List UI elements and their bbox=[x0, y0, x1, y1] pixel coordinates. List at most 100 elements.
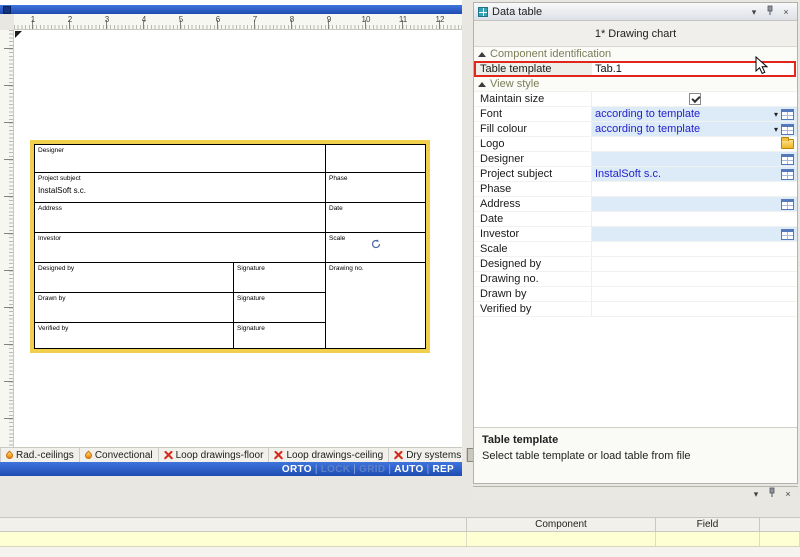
property-value-verified-by[interactable] bbox=[592, 302, 797, 316]
tab-loop-drawings-ceiling[interactable]: Loop drawings-ceiling bbox=[269, 448, 389, 462]
data-table-icon bbox=[478, 7, 488, 17]
chart-label: Investor bbox=[38, 235, 322, 243]
chart-cell-phase: Phase bbox=[326, 173, 425, 203]
status-toggle-lock[interactable]: LOCK bbox=[321, 464, 351, 475]
bottom-panel-menu-icon[interactable]: ▾ bbox=[749, 488, 763, 500]
property-value-font[interactable]: according to template ▾ bbox=[592, 107, 797, 121]
chart-cell-project-subject: Project subject InstalSoft s.c. bbox=[35, 173, 326, 203]
table-cell[interactable] bbox=[656, 532, 760, 546]
open-folder-icon[interactable] bbox=[781, 139, 794, 149]
property-value-address[interactable] bbox=[592, 197, 797, 211]
panel-close-icon[interactable]: × bbox=[779, 6, 793, 18]
horizontal-ruler: 123456789101112 bbox=[14, 14, 462, 30]
property-value-drawn-by[interactable] bbox=[592, 287, 797, 301]
property-value-date[interactable] bbox=[592, 212, 797, 226]
table-edit-icon[interactable] bbox=[781, 169, 794, 180]
property-value-designed-by[interactable] bbox=[592, 257, 797, 271]
table-cell[interactable] bbox=[0, 532, 467, 546]
property-value-text: InstalSoft s.c. bbox=[595, 168, 661, 180]
property-value-text: according to template bbox=[595, 123, 700, 135]
property-value-phase[interactable] bbox=[592, 182, 797, 196]
ruler-number: 3 bbox=[97, 15, 117, 24]
property-label: Phase bbox=[474, 182, 592, 196]
property-value-drawing-no[interactable] bbox=[592, 272, 797, 286]
table-cell[interactable] bbox=[467, 532, 656, 546]
status-toggle-grid[interactable]: GRID bbox=[359, 464, 385, 475]
chart-cell-address: Address bbox=[35, 203, 326, 233]
chart-label: Designed by bbox=[38, 265, 230, 273]
flame-icon bbox=[0, 450, 1, 460]
property-value-text: according to template bbox=[595, 108, 700, 120]
property-grid: Component identificationTable templateTa… bbox=[474, 47, 797, 427]
ruler-number: 12 bbox=[430, 15, 450, 24]
property-value-maintain-size[interactable] bbox=[592, 92, 797, 106]
collapse-triangle-icon bbox=[478, 52, 486, 57]
panel-menu-icon[interactable]: ▾ bbox=[747, 6, 761, 18]
section-label: View style bbox=[490, 78, 539, 90]
maintain-size-checkbox[interactable] bbox=[689, 93, 701, 105]
sheet-tabs: Rad.-ceilings ConvectionalLoop drawings-f… bbox=[1, 448, 528, 462]
table-edit-icon[interactable] bbox=[781, 154, 794, 165]
property-label: Drawn by bbox=[474, 287, 592, 301]
tab-dry-systems[interactable]: Dry systems bbox=[389, 448, 467, 462]
chart-label: Drawing no. bbox=[329, 265, 422, 273]
tab-label: Dry systems bbox=[406, 450, 461, 461]
tab-loop-drawings-floor[interactable]: Loop drawings-floor bbox=[159, 448, 270, 462]
property-value-fill-colour[interactable]: according to template ▾ bbox=[592, 122, 797, 136]
dropdown-icon[interactable]: ▾ bbox=[774, 110, 778, 119]
table-row[interactable] bbox=[0, 532, 800, 547]
property-value-designer[interactable] bbox=[592, 152, 797, 166]
table-edit-icon[interactable] bbox=[781, 199, 794, 210]
separator: | bbox=[427, 464, 430, 475]
table-cell[interactable] bbox=[760, 532, 800, 546]
property-label: Table template bbox=[474, 62, 592, 76]
property-value-scale[interactable] bbox=[592, 242, 797, 256]
property-label: Address bbox=[474, 197, 592, 211]
panel-header: Data table ▾ × bbox=[474, 3, 797, 21]
dropdown-icon[interactable]: ▾ bbox=[774, 125, 778, 134]
tab-label: Rad.-ceilings bbox=[16, 450, 74, 461]
tab-partial[interactable] bbox=[0, 448, 1, 462]
chart-label: Verified by bbox=[38, 325, 230, 333]
rotate-icon[interactable] bbox=[370, 238, 382, 250]
property-row-maintain-size: Maintain size bbox=[474, 92, 797, 107]
bottom-panel-pin-icon[interactable] bbox=[765, 487, 779, 501]
tab-rad-ceilings[interactable]: Rad.-ceilings bbox=[1, 448, 80, 462]
property-row-address: Address bbox=[474, 197, 797, 212]
table-edit-icon[interactable] bbox=[781, 124, 794, 135]
property-label: Verified by bbox=[474, 302, 592, 316]
chart-cell-signature-1: Signature bbox=[234, 263, 326, 293]
section-header-component-identification[interactable]: Component identification bbox=[474, 47, 797, 62]
table-empty-area bbox=[0, 547, 800, 557]
status-toggle-orto[interactable]: ORTO bbox=[282, 464, 312, 475]
footer-description: Select table template or load table from… bbox=[482, 450, 789, 462]
tab-convectional[interactable]: Convectional bbox=[80, 448, 159, 462]
status-toggle-rep[interactable]: REP bbox=[433, 464, 454, 475]
chart-label: Phase bbox=[329, 175, 422, 183]
collapse-triangle-icon bbox=[478, 82, 486, 87]
panel-pin-icon[interactable] bbox=[763, 5, 777, 19]
bottom-panel-close-icon[interactable]: × bbox=[781, 488, 795, 500]
toolbar-icon[interactable] bbox=[3, 6, 11, 14]
section-label: Component identification bbox=[490, 48, 611, 60]
property-row-scale: Scale bbox=[474, 242, 797, 257]
property-row-investor: Investor bbox=[474, 227, 797, 242]
property-value-investor[interactable] bbox=[592, 227, 797, 241]
property-label: Font bbox=[474, 107, 592, 121]
property-row-phase: Phase bbox=[474, 182, 797, 197]
status-toggle-auto[interactable]: AUTO bbox=[394, 464, 423, 475]
chart-label: Signature bbox=[237, 265, 322, 273]
property-label: Project subject bbox=[474, 167, 592, 181]
table-edit-icon[interactable] bbox=[781, 229, 794, 240]
drawing-chart-object[interactable]: Designer Project subject InstalSoft s.c.… bbox=[30, 140, 430, 353]
property-row-logo: Logo bbox=[474, 137, 797, 152]
table-edit-icon[interactable] bbox=[781, 109, 794, 120]
chart-label: Signature bbox=[237, 325, 322, 333]
application-window: 123456789101112 Designer Project subject… bbox=[0, 0, 800, 557]
section-header-view-style[interactable]: View style bbox=[474, 77, 797, 92]
property-value-logo[interactable] bbox=[592, 137, 797, 151]
component-field-table: Component Field bbox=[0, 517, 800, 557]
property-label: Maintain size bbox=[474, 92, 592, 106]
property-value-project-subject[interactable]: InstalSoft s.c. bbox=[592, 167, 797, 181]
property-row-font: Fontaccording to template ▾ bbox=[474, 107, 797, 122]
